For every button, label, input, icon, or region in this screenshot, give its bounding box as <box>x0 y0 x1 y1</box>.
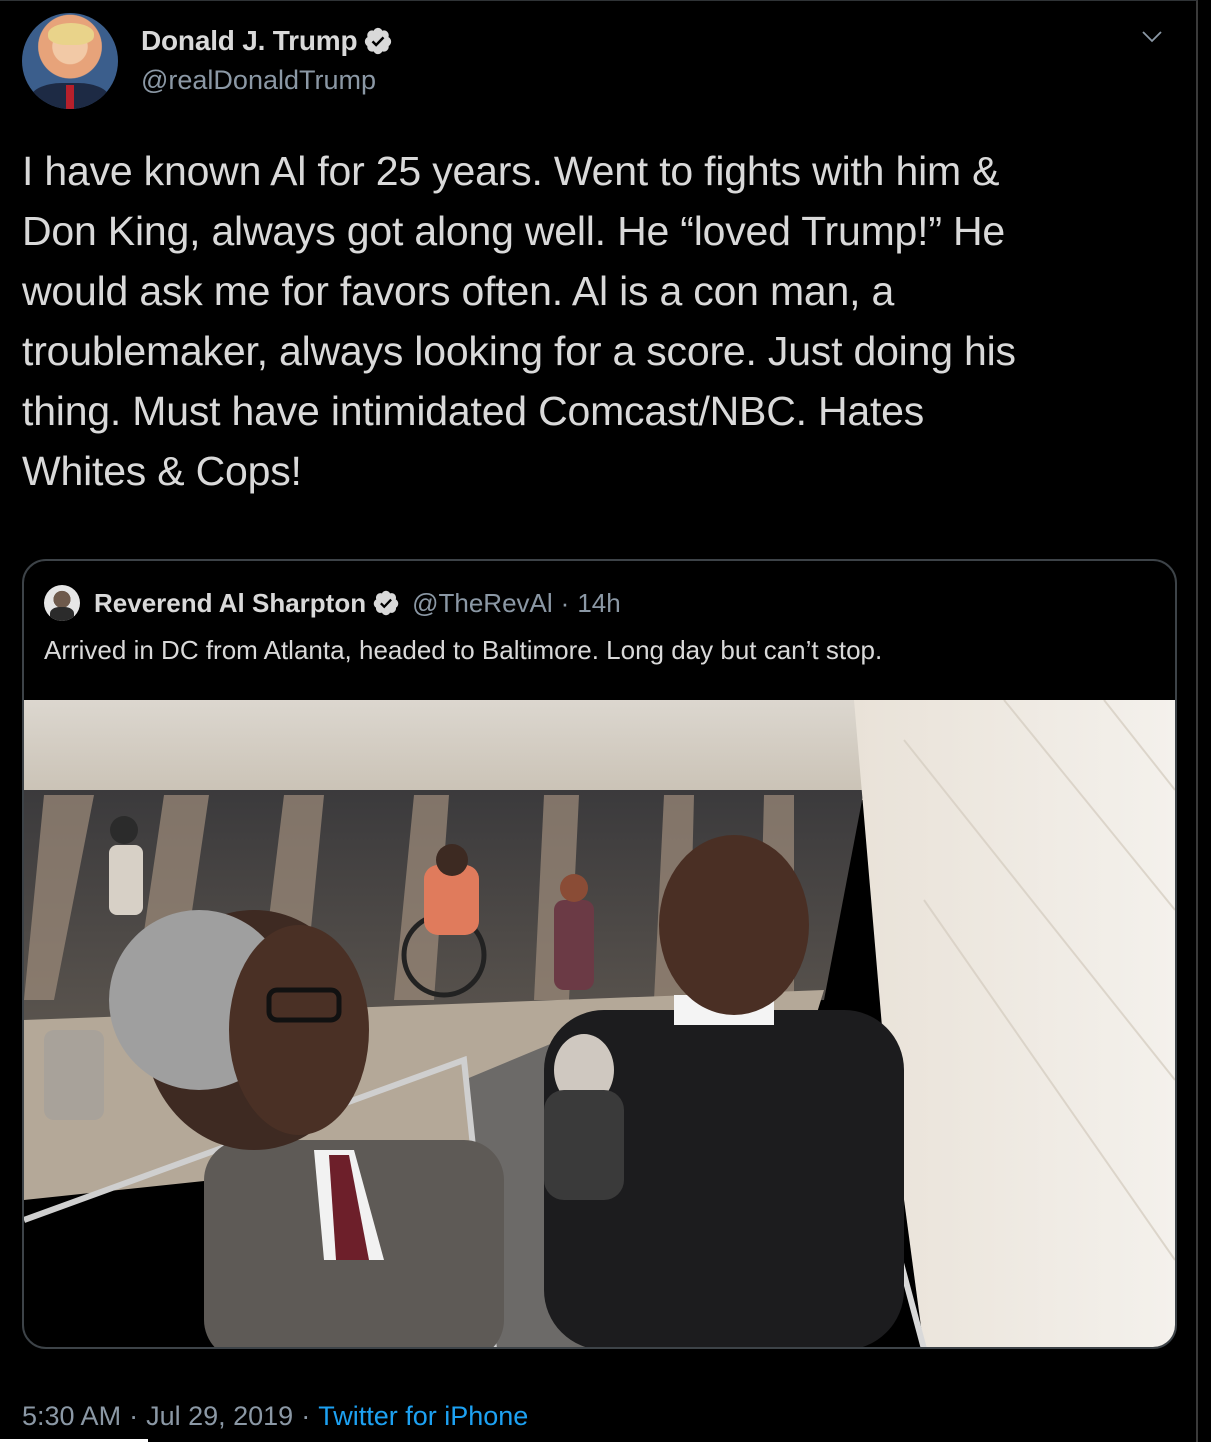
tweet-time[interactable]: 5:30 AM <box>22 1401 121 1432</box>
avatar-tie <box>66 85 74 109</box>
quoted-display-name: Reverend Al Sharpton <box>94 587 367 618</box>
escalator-photo-illustration <box>24 700 1175 1347</box>
quoted-tweet-header: Reverend Al Sharpton @TheRevAl · 14h <box>44 583 621 623</box>
verified-badge-icon <box>365 27 392 55</box>
tweet-source-link[interactable]: Twitter for iPhone <box>318 1401 528 1432</box>
avatar[interactable] <box>22 13 118 109</box>
footer-separator: · <box>129 1401 139 1431</box>
author-name-row[interactable]: Donald J. Trump <box>141 25 393 57</box>
tweet-date[interactable]: Jul 29, 2019 <box>146 1401 293 1432</box>
quoted-age: 14h <box>577 587 621 618</box>
verified-badge-icon <box>373 590 399 616</box>
quoted-tweet-text: Arrived in DC from Atlanta, headed to Ba… <box>44 635 883 665</box>
quoted-tweet[interactable]: Reverend Al Sharpton @TheRevAl · 14h Arr… <box>22 559 1177 1349</box>
tweet-text: I have known Al for 25 years. Went to fi… <box>22 148 1016 494</box>
quoted-separator: · <box>560 587 570 618</box>
author-handle[interactable]: @realDonaldTrump <box>141 65 376 96</box>
tweet-card[interactable]: Donald J. Trump @realDonaldTrump I have … <box>0 0 1198 1442</box>
chevron-down-icon[interactable] <box>1140 25 1164 49</box>
escalator-photo[interactable] <box>24 700 1175 1347</box>
quoted-handle: @TheRevAl <box>412 587 553 618</box>
tweet-footer: 5:30 AM · Jul 29, 2019 · Twitter for iPh… <box>22 1401 528 1432</box>
quoted-avatar <box>44 585 80 621</box>
footer-separator: · <box>301 1401 311 1431</box>
author-display-name[interactable]: Donald J. Trump <box>141 25 358 57</box>
avatar-hair <box>48 23 94 45</box>
